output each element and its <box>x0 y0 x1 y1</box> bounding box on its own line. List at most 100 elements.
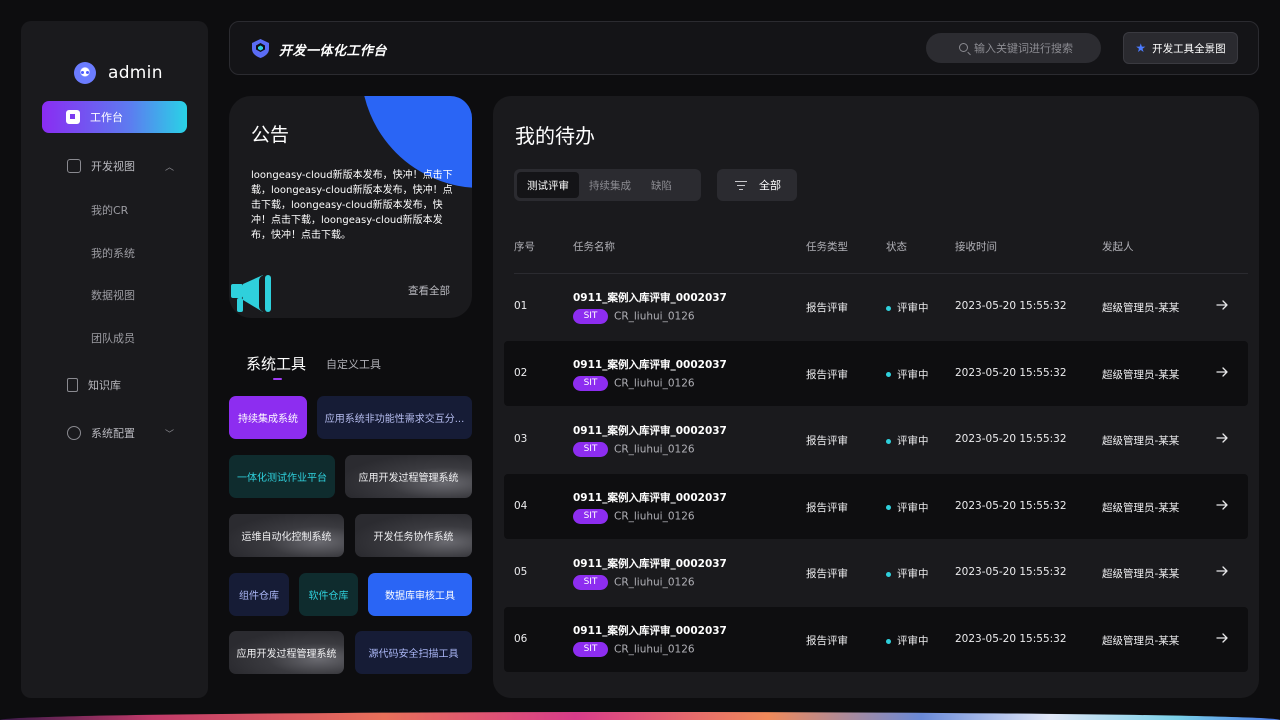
tool-source-scan[interactable]: 源代码安全扫描工具 <box>355 631 472 674</box>
env-tag: SIT <box>573 309 608 324</box>
sidebar-item-label: 开发视图 <box>91 160 135 173</box>
tool-db-audit[interactable]: 数据库审核工具 <box>368 573 472 616</box>
arrow-right-icon[interactable] <box>1216 499 1228 511</box>
tool-test-platform[interactable]: 一体化测试作业平台 <box>229 455 335 498</box>
table-row[interactable]: 04 0911_案例入库评审_0002037 SIT CR_liuhui_0126 报告… <box>504 473 1248 539</box>
task-name[interactable]: 0911_案例入库评审_0002037 <box>573 423 727 438</box>
task-type: 报告评审 <box>806 635 848 647</box>
task-status: 评审中 <box>886 300 929 315</box>
column-header-time: 接收时间 <box>955 241 997 253</box>
column-header-status: 状态 <box>886 241 907 253</box>
task-status: 评审中 <box>886 633 929 648</box>
received-time: 2023-05-20 15:55:32 <box>955 433 1067 446</box>
sidebar-item-team[interactable]: 团队成员 <box>91 330 135 346</box>
task-name[interactable]: 0911_案例入库评审_0002037 <box>573 623 727 638</box>
table-row[interactable]: 01 0911_案例入库评审_0002037 SIT CR_liuhui_0126 报告… <box>504 274 1248 339</box>
chevron-up-icon[interactable]: ︿ <box>165 160 174 173</box>
initiator: 超级管理员-某某 <box>1102 501 1180 514</box>
tool-ci-system[interactable]: 持续集成系统 <box>229 396 307 439</box>
cr-id: CR_liuhui_0126 <box>614 310 695 323</box>
tool-dev-task-collab[interactable]: 开发任务协作系统 <box>355 514 472 557</box>
task-meta: SIT CR_liuhui_0126 <box>573 575 695 591</box>
status-label: 评审中 <box>897 302 929 314</box>
sidebar-item-my-cr[interactable]: 我的CR <box>91 202 128 218</box>
env-tag: SIT <box>573 642 608 657</box>
sidebar-item-settings[interactable]: 系统配置 <box>67 425 135 441</box>
column-header-name: 任务名称 <box>573 241 615 253</box>
arrow-right-icon[interactable] <box>1216 432 1228 444</box>
env-tag: SIT <box>573 508 608 524</box>
shield-logo-icon <box>252 39 269 58</box>
tool-nonfunctional-analysis[interactable]: 应用系统非功能性需求交互分... <box>317 396 472 439</box>
arrow-right-icon[interactable] <box>1216 632 1228 644</box>
status-label: 评审中 <box>897 501 929 514</box>
status-dot-icon <box>886 638 891 644</box>
task-meta: SIT CR_liuhui_0126 <box>573 309 695 324</box>
table-row[interactable]: 02 0911_案例入库评审_0002037 SIT CR_liuhui_0126 报告… <box>504 340 1248 406</box>
view-all-link[interactable]: 查看全部 <box>408 283 450 298</box>
received-time: 2023-05-20 15:55:32 <box>955 300 1067 312</box>
cr-id: CR_liuhui_0126 <box>614 377 695 390</box>
megaphone-icon <box>231 275 271 312</box>
env-tag: SIT <box>573 375 608 391</box>
tab-ci[interactable]: 持续集成 <box>579 172 641 198</box>
chart-icon <box>67 159 81 173</box>
task-name[interactable]: 0911_案例入库评审_0002037 <box>573 556 727 571</box>
brand-name: admin <box>108 63 163 83</box>
search-box[interactable] <box>926 33 1104 63</box>
todo-tabs: 测试评审 持续集成 缺陷 <box>514 169 701 201</box>
dev-tools-map-button[interactable]: ★ 开发工具全景图 <box>1123 32 1238 64</box>
task-name[interactable]: 0911_案例入库评审_0002037 <box>573 490 727 505</box>
tool-component-repo[interactable]: 组件仓库 <box>229 573 289 616</box>
column-header-type: 任务类型 <box>806 241 848 253</box>
column-header-owner: 发起人 <box>1102 241 1134 253</box>
app-title: 开发一体化工作台 <box>279 44 388 59</box>
task-status: 评审中 <box>886 566 929 581</box>
task-name[interactable]: 0911_案例入库评审_0002037 <box>573 357 727 372</box>
table-row[interactable]: 06 0911_案例入库评审_0002037 SIT CR_liuhui_0126 报告… <box>504 607 1248 672</box>
env-tag: SIT <box>573 575 608 591</box>
initiator: 超级管理员-某某 <box>1102 635 1180 647</box>
sidebar-item-label: 工作台 <box>90 111 123 124</box>
table-row[interactable]: 05 0911_案例入库评审_0002037 SIT CR_liuhui_0126 报告… <box>504 540 1248 605</box>
task-type: 报告评审 <box>806 368 848 381</box>
row-number: 05 <box>514 566 528 579</box>
sidebar: admin 工作台 开发视图 ︿ 我的CR 我的系统 数据视图 团队成员 知识库… <box>21 21 208 698</box>
sidebar-item-data-view[interactable]: 数据视图 <box>91 287 135 303</box>
tab-system-tools[interactable]: 系统工具 <box>246 353 306 374</box>
arrow-right-icon[interactable] <box>1216 565 1228 577</box>
sidebar-item-my-system[interactable]: 我的系统 <box>91 245 135 261</box>
table-row[interactable]: 03 0911_案例入库评审_0002037 SIT CR_liuhui_0126 报告… <box>504 407 1248 472</box>
tab-custom-tools[interactable]: 自定义工具 <box>326 356 381 372</box>
sidebar-item-dev-view[interactable]: 开发视图 <box>67 158 135 174</box>
status-dot-icon <box>886 372 891 378</box>
row-number: 06 <box>514 633 528 645</box>
arrow-right-icon[interactable] <box>1216 299 1228 311</box>
chevron-down-icon[interactable]: ﹀ <box>165 427 174 440</box>
notice-title: 公告 <box>251 124 290 146</box>
tool-ops-automation[interactable]: 运维自动化控制系统 <box>229 514 344 557</box>
filter-button[interactable]: 全部 <box>717 169 797 201</box>
sidebar-item-workbench[interactable]: 工作台 <box>42 101 187 133</box>
status-label: 评审中 <box>897 635 929 647</box>
tool-dev-process-mgmt[interactable]: 应用开发过程管理系统 <box>345 455 472 498</box>
cr-id: CR_liuhui_0126 <box>614 443 695 456</box>
star-icon: ★ <box>1135 41 1147 55</box>
sidebar-item-knowledge[interactable]: 知识库 <box>67 377 121 393</box>
task-status: 评审中 <box>886 433 929 448</box>
task-name[interactable]: 0911_案例入库评审_0002037 <box>573 290 727 305</box>
notice-body: loongeasy-cloud新版本发布，快冲！点击下载，loongeasy-c… <box>251 170 453 241</box>
cr-id: CR_liuhui_0126 <box>614 643 695 656</box>
book-icon <box>67 378 78 392</box>
tab-defect[interactable]: 缺陷 <box>641 172 682 198</box>
arrow-right-icon[interactable] <box>1216 366 1228 378</box>
row-number: 01 <box>514 300 528 312</box>
tab-test-review[interactable]: 测试评审 <box>517 172 579 198</box>
status-dot-icon <box>886 305 891 311</box>
search-input[interactable] <box>974 41 1104 55</box>
dev-tools-map-label: 开发工具全景图 <box>1152 42 1226 55</box>
tool-dev-process-mgmt-2[interactable]: 应用开发过程管理系统 <box>229 631 344 674</box>
status-dot-icon <box>886 438 891 444</box>
task-type: 报告评审 <box>806 501 848 514</box>
tool-software-repo[interactable]: 软件仓库 <box>299 573 358 616</box>
